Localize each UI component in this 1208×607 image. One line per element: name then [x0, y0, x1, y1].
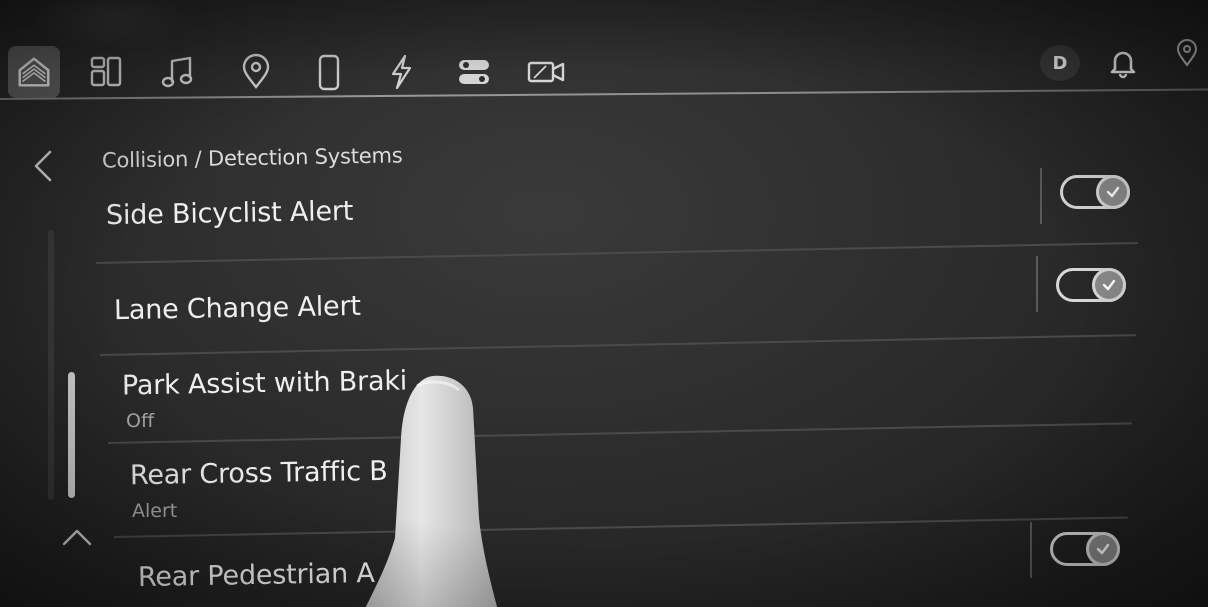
setting-label-side-bicyclist-alert[interactable]: Side Bicyclist Alert — [106, 196, 354, 231]
lane-change-alert-toggle[interactable] — [1056, 268, 1126, 302]
checkmark-icon — [1106, 186, 1120, 198]
toggle-knob — [1096, 175, 1130, 209]
row-divider — [99, 334, 1136, 356]
setting-value-rear-cross-traffic: Alert — [132, 500, 178, 522]
setting-label-rear-pedestrian-alert[interactable]: Rear Pedestrian A — [138, 558, 375, 593]
setting-value-park-assist: Off — [126, 410, 155, 432]
toggle-separator — [1040, 168, 1042, 224]
toggle-separator — [1030, 522, 1032, 578]
checkmark-icon — [1096, 543, 1110, 555]
toggle-knob — [1086, 532, 1120, 566]
toggle-separator — [1036, 256, 1038, 312]
settings-list: Side Bicyclist Alert Lane Change Alert P… — [0, 0, 1208, 607]
infotainment-screen: D Collision / Detection Systems Side Bic… — [0, 0, 1208, 607]
setting-label-park-assist[interactable]: Park Assist with Braki — [122, 366, 408, 402]
rear-pedestrian-alert-toggle[interactable] — [1050, 532, 1120, 566]
side-bicyclist-alert-toggle[interactable] — [1060, 175, 1130, 209]
toggle-knob — [1092, 268, 1126, 302]
setting-label-rear-cross-traffic[interactable]: Rear Cross Traffic B — [130, 456, 388, 491]
row-divider — [95, 241, 1138, 264]
row-divider — [113, 516, 1128, 538]
checkmark-icon — [1102, 279, 1116, 291]
row-divider — [107, 422, 1132, 444]
setting-label-lane-change-alert[interactable]: Lane Change Alert — [114, 291, 361, 326]
